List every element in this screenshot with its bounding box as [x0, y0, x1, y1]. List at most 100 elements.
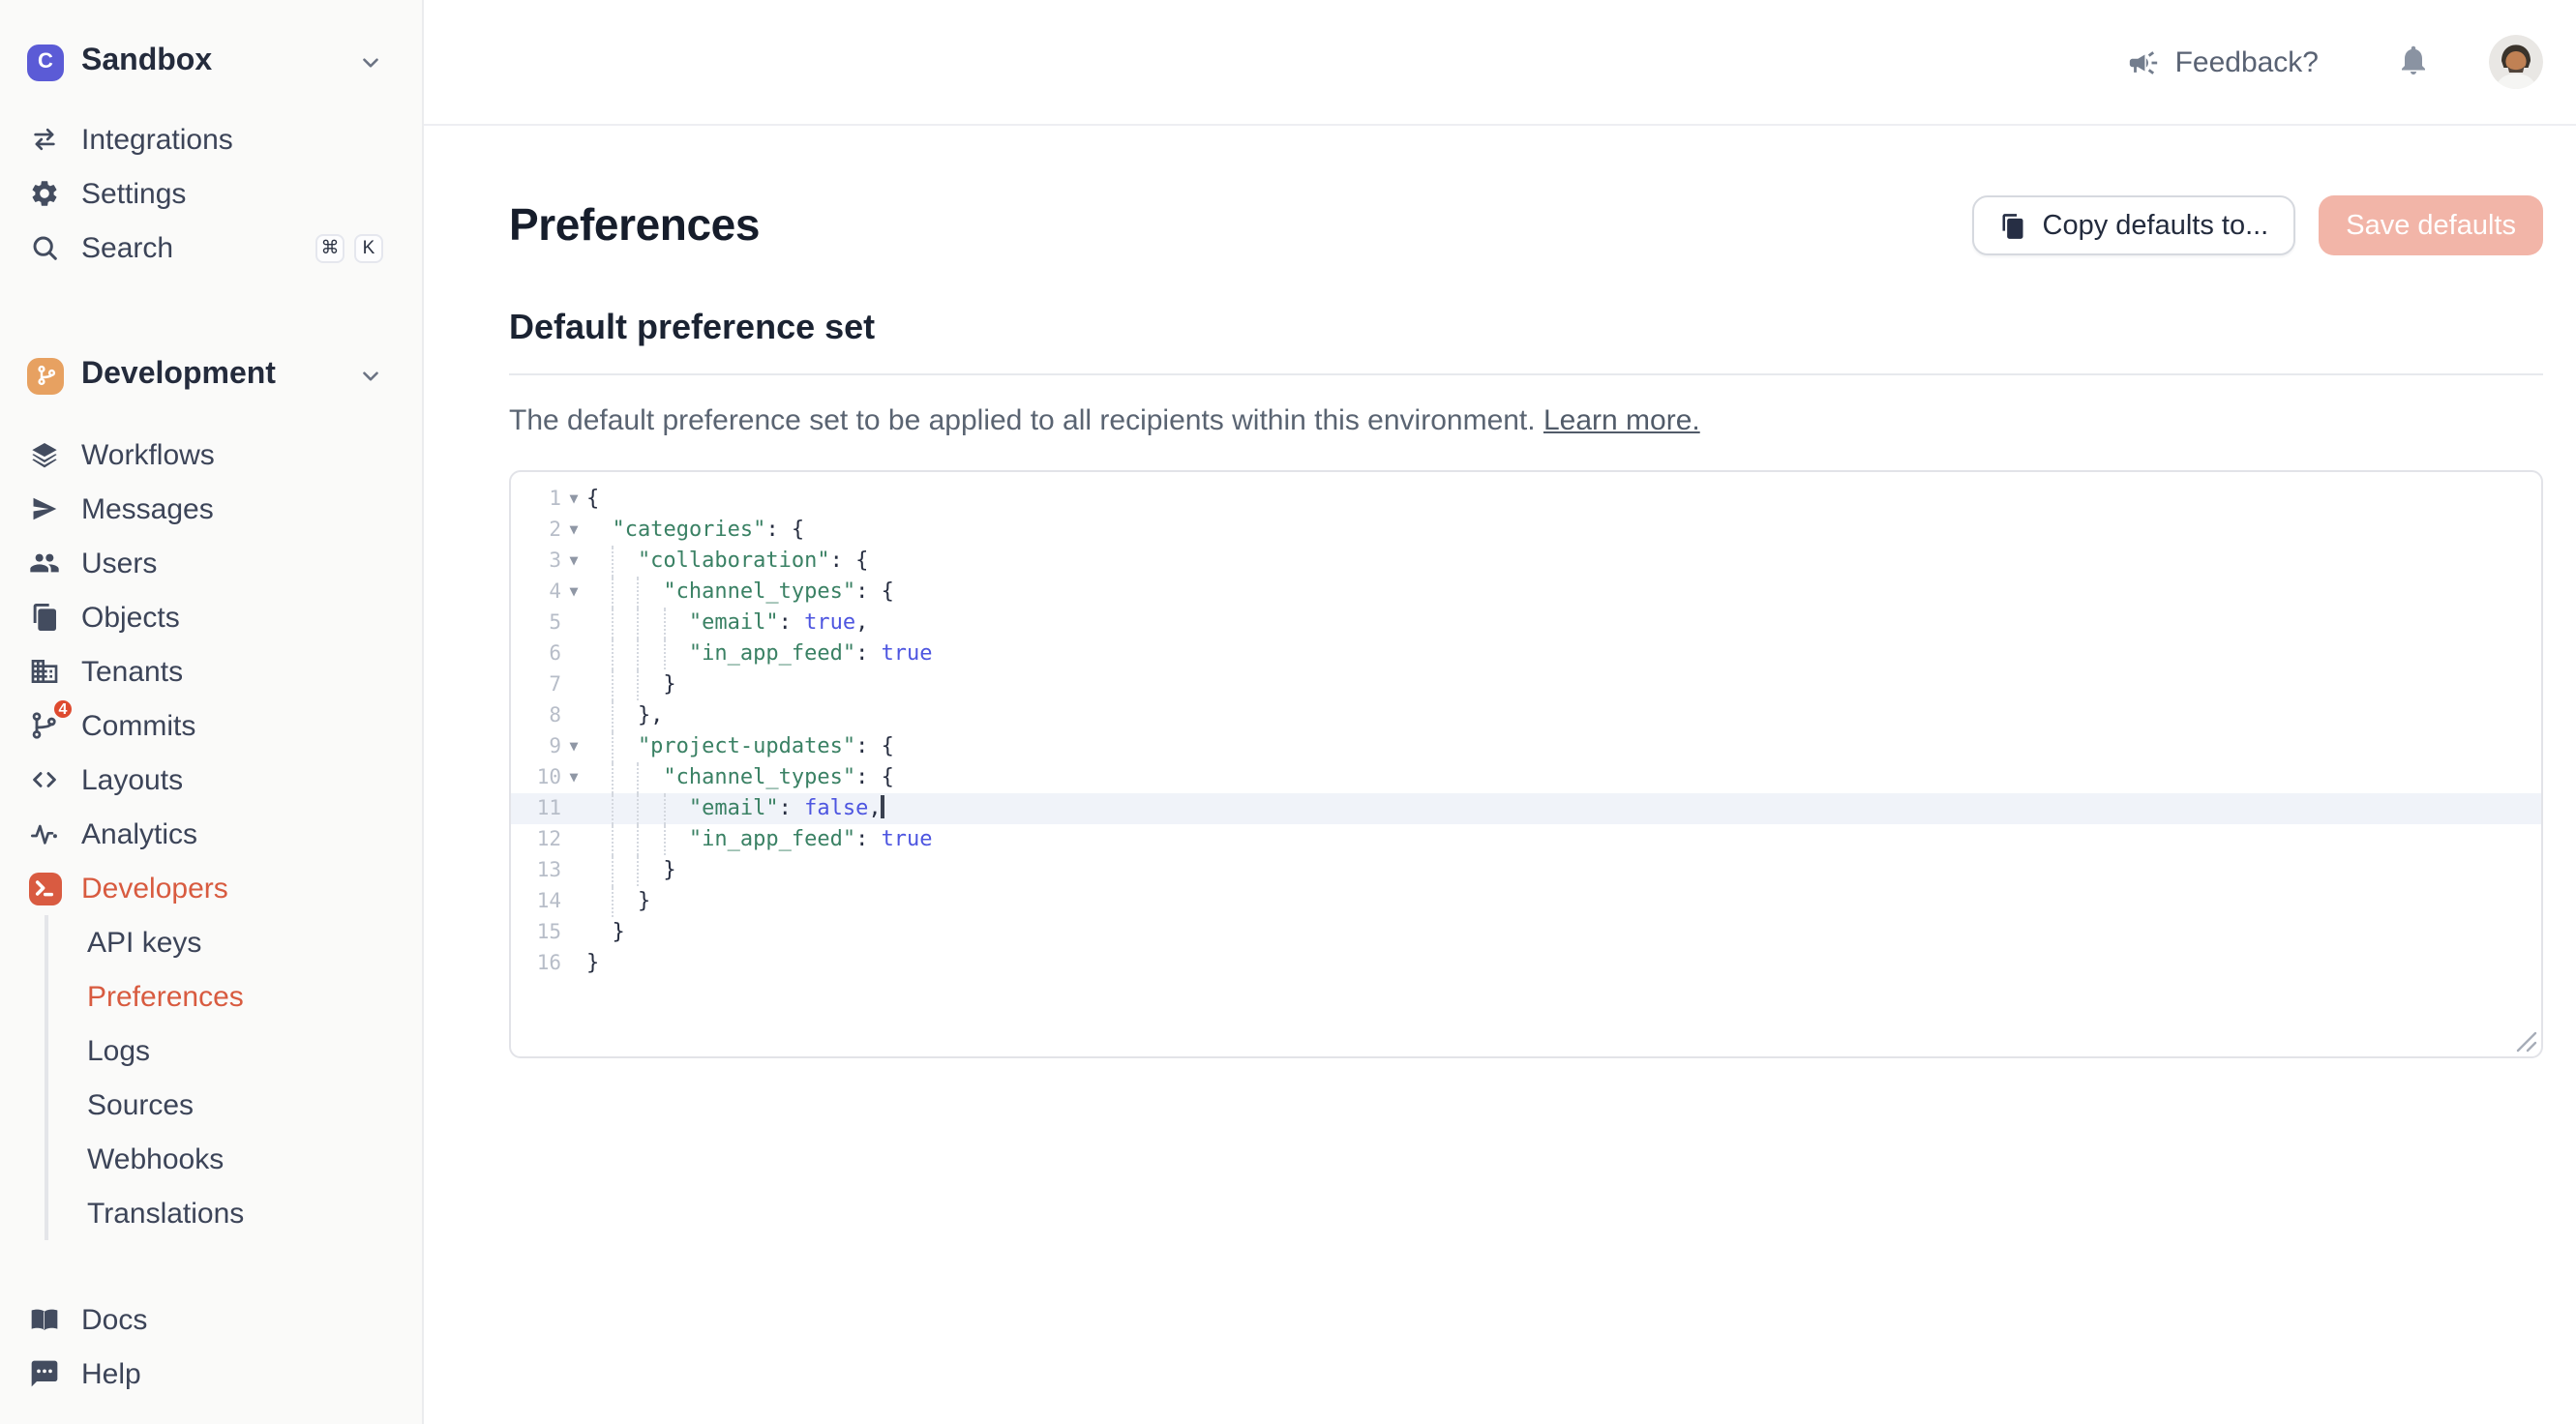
description-text: The default preference set to be applied… [509, 404, 1536, 437]
line-number: 11 [511, 793, 561, 824]
line-number: 13 [511, 855, 561, 886]
line-number: 2 [511, 515, 561, 546]
sidebar-subitem-preferences[interactable]: Preferences [48, 969, 422, 1024]
sidebar-item-tenants[interactable]: Tenants [0, 644, 422, 698]
editor-line-7[interactable]: 7 } [511, 669, 2541, 700]
kbd-key: ⌘ [315, 233, 344, 262]
sidebar: C Sandbox Integrations SettingsSearch⌘K D… [0, 0, 424, 1424]
sidebar-item-commits[interactable]: 4Commits [0, 698, 422, 753]
sidebar-item-analytics[interactable]: Analytics [0, 807, 422, 861]
git-branch-icon [27, 357, 64, 394]
sidebar-item-integrations[interactable]: Integrations [0, 112, 422, 166]
sidebar-subitem-translations[interactable]: Translations [48, 1186, 422, 1240]
editor-line-8[interactable]: 8 }, [511, 700, 2541, 731]
sidebar-item-search[interactable]: Search⌘K [0, 221, 422, 275]
editor-lines: 1▼{2▼ "categories": {3▼ "collaboration":… [511, 472, 2541, 979]
sidebar-subitem-sources[interactable]: Sources [48, 1078, 422, 1132]
fold-arrow-icon[interactable]: ▼ [561, 515, 586, 546]
user-avatar[interactable] [2489, 35, 2543, 89]
chevron-down-icon [358, 363, 383, 388]
sidebar-item-label: Users [81, 547, 383, 579]
editor-line-2[interactable]: 2▼ "categories": { [511, 515, 2541, 546]
editor-line-1[interactable]: 1▼{ [511, 484, 2541, 515]
sidebar-item-label: Developers [81, 872, 383, 905]
workspace-logo: C [27, 44, 64, 80]
editor-line-10[interactable]: 10▼ "channel_types": { [511, 762, 2541, 793]
fold-arrow-icon[interactable]: ▼ [561, 762, 586, 793]
sidebar-item-docs[interactable]: Docs [0, 1292, 422, 1347]
sidebar-item-developers[interactable]: Developers [0, 861, 422, 915]
workspace-switcher[interactable]: C Sandbox [0, 29, 422, 95]
section-title: Default preference set [509, 308, 2543, 348]
code-content: } [586, 886, 2541, 917]
sidebar-item-workflows[interactable]: Workflows [0, 428, 422, 482]
app-window: C Sandbox Integrations SettingsSearch⌘K D… [0, 0, 2576, 1424]
sidebar-subitem-logs[interactable]: Logs [48, 1024, 422, 1078]
fold-arrow-icon[interactable]: ▼ [561, 546, 586, 577]
editor-line-3[interactable]: 3▼ "collaboration": { [511, 546, 2541, 577]
chat-bubble-icon [27, 1356, 62, 1391]
sidebar-item-label: Integrations [81, 123, 383, 156]
sidebar-item-settings[interactable]: Settings [0, 166, 422, 221]
sidebar-item-label: Workflows [81, 438, 383, 471]
editor-line-16[interactable]: 16} [511, 948, 2541, 979]
fold-arrow-icon[interactable]: ▼ [561, 731, 586, 762]
sidebar-footer-nav: Docs Help [0, 1292, 422, 1424]
sidebar-item-messages[interactable]: Messages [0, 482, 422, 536]
json-editor[interactable]: 1▼{2▼ "categories": {3▼ "collaboration":… [509, 470, 2543, 1058]
notifications-button[interactable] [2396, 42, 2431, 82]
code-content: } [586, 669, 2541, 700]
editor-line-15[interactable]: 15 } [511, 917, 2541, 948]
copy-defaults-button[interactable]: Copy defaults to... [1973, 195, 2296, 255]
code-content: { [586, 484, 2541, 515]
save-defaults-label: Save defaults [2346, 210, 2516, 241]
sidebar-subitem-api-keys[interactable]: API keys [48, 915, 422, 969]
editor-line-11[interactable]: 11 "email": false, [511, 793, 2541, 824]
gear-icon [27, 176, 62, 211]
editor-line-4[interactable]: 4▼ "channel_types": { [511, 577, 2541, 608]
environment-name: Development [81, 358, 358, 393]
bell-icon [2396, 42, 2431, 82]
learn-more-link[interactable]: Learn more. [1543, 404, 1700, 437]
save-defaults-button[interactable]: Save defaults [2319, 195, 2543, 255]
editor-line-9[interactable]: 9▼ "project-updates": { [511, 731, 2541, 762]
sidebar-item-layouts[interactable]: Layouts [0, 753, 422, 807]
workspace-name: Sandbox [81, 44, 358, 79]
fold-arrow-icon[interactable]: ▼ [561, 484, 586, 515]
resize-handle[interactable] [2516, 1031, 2537, 1053]
sidebar-developers-subnav: API keysPreferencesLogsSourcesWebhooksTr… [45, 915, 422, 1240]
sidebar-item-users[interactable]: Users [0, 536, 422, 590]
feedback-button[interactable]: Feedback? [2127, 45, 2319, 78]
section-description: The default preference set to be applied… [509, 404, 2543, 437]
editor-line-12[interactable]: 12 "in_app_feed": true [511, 824, 2541, 855]
code-content: "collaboration": { [586, 546, 2541, 577]
activity-icon [27, 816, 62, 851]
line-number: 16 [511, 948, 561, 979]
fold-arrow-icon[interactable]: ▼ [561, 577, 586, 608]
editor-line-6[interactable]: 6 "in_app_feed": true [511, 638, 2541, 669]
sidebar-item-label: Help [81, 1357, 383, 1390]
sidebar-item-label: Commits [81, 709, 383, 742]
sidebar-item-label: Messages [81, 492, 383, 525]
sidebar-item-help[interactable]: Help [0, 1347, 422, 1401]
editor-line-5[interactable]: 5 "email": true, [511, 608, 2541, 638]
sidebar-environment-nav: Workflows Messages Users Objects Tenants4Com… [0, 428, 422, 915]
sidebar-item-label: Analytics [81, 817, 383, 850]
sidebar-subitem-webhooks[interactable]: Webhooks [48, 1132, 422, 1186]
line-number: 12 [511, 824, 561, 855]
environment-switcher[interactable]: Development [0, 342, 422, 408]
editor-line-13[interactable]: 13 } [511, 855, 2541, 886]
integrations-icon [27, 122, 62, 157]
sidebar-item-label: Objects [81, 601, 383, 634]
code-content: } [586, 948, 2541, 979]
line-number: 7 [511, 669, 561, 700]
line-number: 1 [511, 484, 561, 515]
editor-line-14[interactable]: 14 } [511, 886, 2541, 917]
line-number: 14 [511, 886, 561, 917]
code-content: "in_app_feed": true [586, 638, 2541, 669]
text-cursor [882, 795, 884, 818]
code-content: "project-updates": { [586, 731, 2541, 762]
sidebar-item-objects[interactable]: Objects [0, 590, 422, 644]
line-number: 6 [511, 638, 561, 669]
documents-icon [27, 600, 62, 635]
